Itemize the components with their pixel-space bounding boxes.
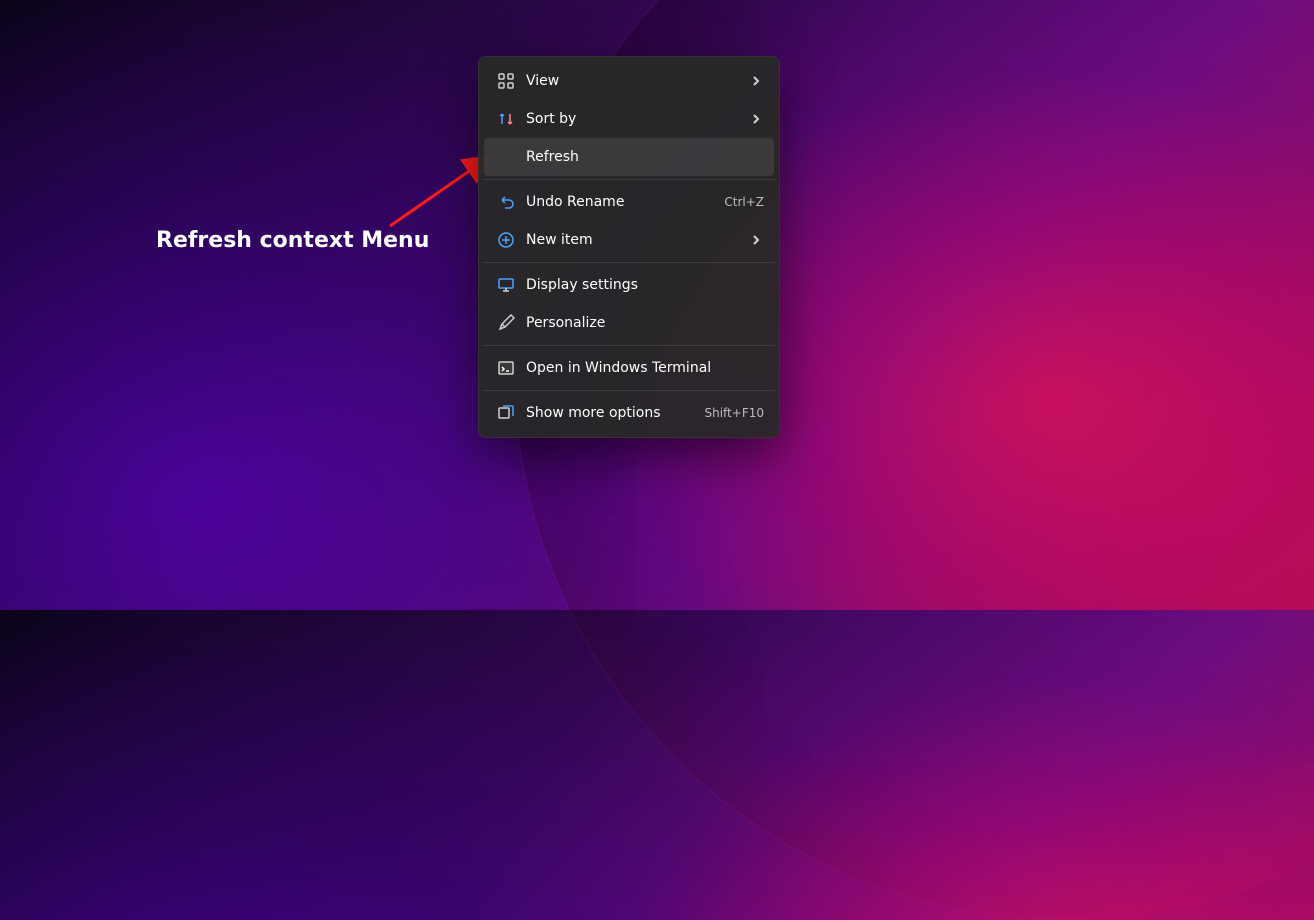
- chevron-right-icon: [748, 73, 764, 89]
- menu-separator: [483, 262, 775, 263]
- chevron-right-icon: [748, 232, 764, 248]
- menu-item-label: Personalize: [526, 315, 764, 331]
- chevron-right-icon: [748, 111, 764, 127]
- menu-item-sort-by[interactable]: Sort by: [484, 100, 774, 138]
- blank-icon: [494, 145, 518, 169]
- grid-icon: [494, 69, 518, 93]
- menu-item-label: View: [526, 73, 740, 89]
- brush-icon: [494, 311, 518, 335]
- desktop-context-menu: View Sort by Refresh Undo Rename Ctrl+Z …: [478, 56, 780, 438]
- menu-item-label: Sort by: [526, 111, 740, 127]
- menu-item-label: Open in Windows Terminal: [526, 360, 764, 376]
- menu-item-view[interactable]: View: [484, 62, 774, 100]
- menu-item-new-item[interactable]: New item: [484, 221, 774, 259]
- menu-item-label: New item: [526, 232, 740, 248]
- annotation-label: Refresh context Menu: [156, 228, 429, 253]
- menu-separator: [483, 179, 775, 180]
- menu-item-show-more-options[interactable]: Show more options Shift+F10: [484, 394, 774, 432]
- terminal-icon: [494, 356, 518, 380]
- menu-item-label: Refresh: [526, 149, 764, 165]
- menu-item-personalize[interactable]: Personalize: [484, 304, 774, 342]
- sort-icon: [494, 107, 518, 131]
- undo-icon: [494, 190, 518, 214]
- menu-item-shortcut: Shift+F10: [704, 406, 764, 420]
- menu-item-refresh[interactable]: Refresh: [484, 138, 774, 176]
- menu-item-open-terminal[interactable]: Open in Windows Terminal: [484, 349, 774, 387]
- display-icon: [494, 273, 518, 297]
- more-options-icon: [494, 401, 518, 425]
- menu-separator: [483, 390, 775, 391]
- menu-item-undo-rename[interactable]: Undo Rename Ctrl+Z: [484, 183, 774, 221]
- new-icon: [494, 228, 518, 252]
- menu-item-shortcut: Ctrl+Z: [724, 195, 764, 209]
- menu-item-display-settings[interactable]: Display settings: [484, 266, 774, 304]
- menu-separator: [483, 345, 775, 346]
- menu-item-label: Display settings: [526, 277, 764, 293]
- menu-item-label: Undo Rename: [526, 194, 716, 210]
- menu-item-label: Show more options: [526, 405, 696, 421]
